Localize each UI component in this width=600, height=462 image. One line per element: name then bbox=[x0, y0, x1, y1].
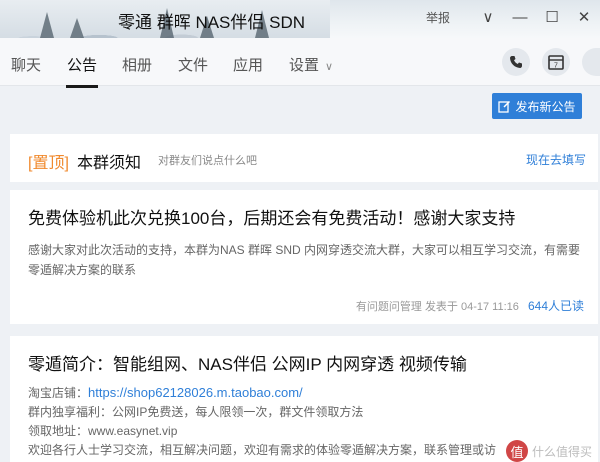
tab-album[interactable]: 相册 bbox=[122, 54, 152, 86]
phone-icon[interactable] bbox=[502, 48, 530, 76]
tab-files[interactable]: 文件 bbox=[178, 54, 208, 86]
announcement-title: 免费体验机此次兑换100台，后期还会有免费活动！感谢大家支持 bbox=[28, 209, 516, 228]
minimize-button[interactable]: — bbox=[504, 0, 536, 34]
body-line: 群内独享福利：公网IP免费送，每人限领一次，群文件领取方法 bbox=[28, 405, 364, 419]
edit-icon bbox=[498, 100, 511, 113]
tab-chat[interactable]: 聊天 bbox=[11, 54, 41, 86]
announcement-card[interactable]: 免费体验机此次兑换100台，后期还会有免费活动！感谢大家支持 感谢大家对此次活动… bbox=[10, 190, 598, 324]
maximize-button[interactable]: ☐ bbox=[536, 0, 568, 34]
announcement-time: 发表于 04-17 11:16 bbox=[424, 301, 519, 313]
pinned-tag: [置顶] bbox=[28, 155, 69, 172]
tab-settings-label: 设置 bbox=[289, 57, 320, 74]
shop-label: 淘宝店铺： bbox=[28, 386, 89, 400]
report-link[interactable]: 举报 bbox=[426, 9, 450, 26]
pinned-notice-card: [置顶] 本群须知 对群友们说点什么吧 现在去填写 bbox=[10, 134, 598, 182]
tab-apps[interactable]: 应用 bbox=[233, 54, 263, 86]
watermark-text: 什么值得买 bbox=[531, 444, 592, 459]
watermark-badge: 值 bbox=[505, 440, 528, 462]
tab-announcements[interactable]: 公告 bbox=[65, 54, 99, 88]
chevron-down-icon: ∨ bbox=[325, 61, 334, 73]
publish-button-label: 发布新公告 bbox=[515, 99, 576, 114]
chevron-down-icon[interactable]: ∨ bbox=[472, 0, 504, 34]
publish-announcement-button[interactable]: 发布新公告 bbox=[492, 93, 582, 119]
close-button[interactable]: ✕ bbox=[568, 0, 600, 34]
announcement-author: 有问题问管理 bbox=[355, 301, 422, 313]
title-bar: 零通 群晖 NAS伴侣 SDN 举报 ∨ — ☐ ✕ bbox=[0, 0, 600, 38]
announcement-meta: 有问题问管理 发表于 04-17 11:16 644人已读 bbox=[356, 297, 584, 314]
watermark-logo: 值 什么值得买 bbox=[505, 440, 592, 462]
pinned-hint: 对群友们说点什么吧 bbox=[158, 155, 257, 167]
fill-in-now-link[interactable]: 现在去填写 bbox=[526, 151, 586, 168]
window-title: 零通 群晖 NAS伴侣 SDN bbox=[118, 13, 306, 32]
read-count-link[interactable]: 644人已读 bbox=[528, 299, 584, 313]
calendar-icon[interactable]: 7 bbox=[542, 48, 570, 76]
body-line: 欢迎各行人士学习交流，相互解决问题，欢迎有需求的体验零遁解决方案，联系管理或访 bbox=[28, 443, 497, 457]
pinned-title: 本群须知 bbox=[77, 155, 142, 172]
announcement-title: 零遁简介：智能组网、NAS伴侣 公网IP 内网穿透 视频传输 bbox=[28, 355, 467, 374]
shop-link[interactable]: https://shop62128026.m.taobao.com/ bbox=[88, 385, 303, 400]
announcement-card[interactable]: 零遁简介：智能组网、NAS伴侣 公网IP 内网穿透 视频传输 淘宝店铺：http… bbox=[10, 336, 598, 462]
tab-settings[interactable]: 设置 ∨ bbox=[289, 54, 333, 86]
calendar-day: 7 bbox=[554, 63, 558, 70]
announcement-body: 感谢大家对此次活动的支持，本群为NAS 群晖 SND 内网穿透交流大群，大家可以… bbox=[28, 243, 581, 277]
body-line: 领取地址：www.easynet.vip bbox=[28, 424, 178, 438]
announcement-body: 淘宝店铺：https://shop62128026.m.taobao.com/ … bbox=[28, 383, 588, 460]
